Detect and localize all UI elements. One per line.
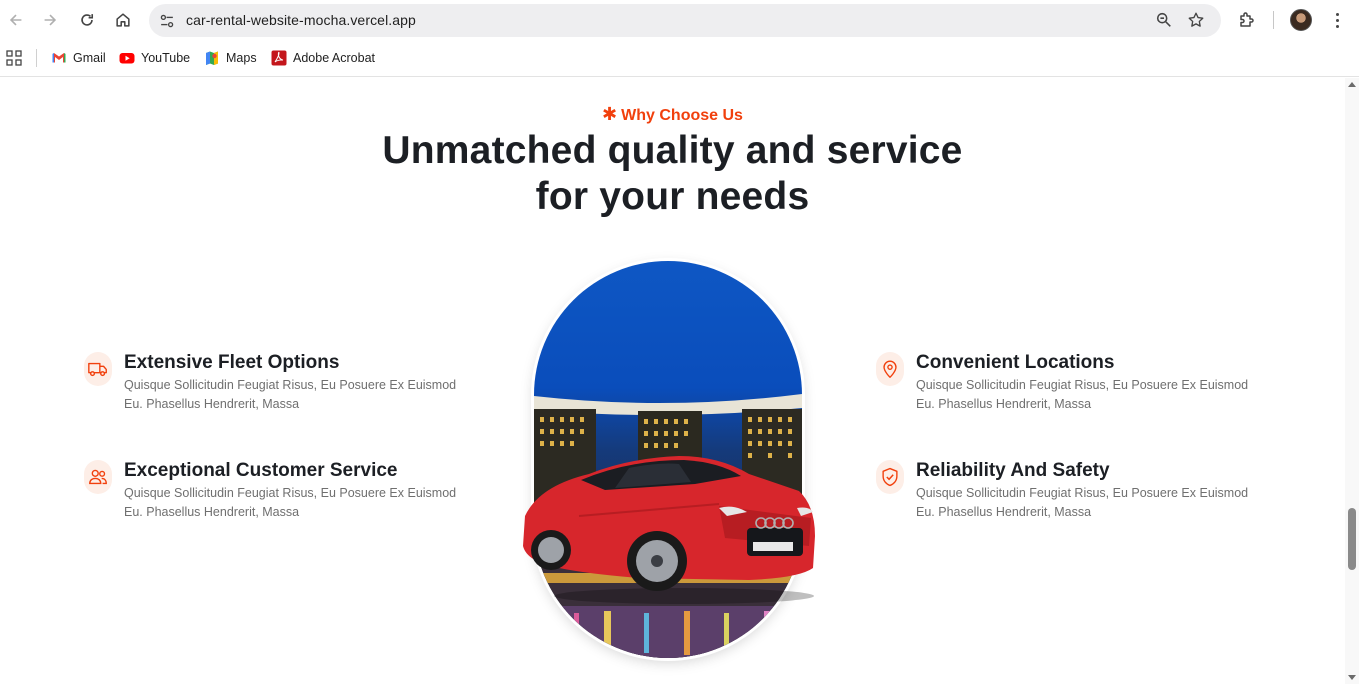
- url-text[interactable]: car-rental-website-mocha.vercel.app: [186, 12, 416, 28]
- extensions-icon[interactable]: [1237, 10, 1257, 30]
- location-pin-icon: [876, 352, 904, 386]
- acrobat-icon: [271, 50, 287, 66]
- zoom-icon[interactable]: [1155, 11, 1173, 29]
- section-heading: Unmatched quality and service for your n…: [382, 129, 963, 218]
- feature-title: Extensive Fleet Options: [124, 352, 340, 373]
- maps-icon: [204, 50, 220, 66]
- bookmark-star-icon[interactable]: [1187, 11, 1205, 29]
- page-scrollbar[interactable]: [1345, 78, 1359, 684]
- feature-title: Reliability And Safety: [916, 460, 1110, 481]
- gmail-icon: [51, 50, 67, 66]
- home-icon: [116, 13, 130, 27]
- section-eyebrow: ✱ Why Choose Us: [602, 104, 743, 124]
- back-arrow-icon: [9, 14, 22, 26]
- browser-toolbar: car-rental-website-mocha.vercel.app: [0, 0, 1359, 40]
- youtube-icon: [119, 50, 135, 66]
- bookmark-maps[interactable]: Maps: [204, 49, 257, 67]
- scroll-down-arrow-icon[interactable]: [1348, 675, 1356, 680]
- forward-arrow-icon: [44, 14, 57, 26]
- site-info-icon[interactable]: [158, 12, 176, 30]
- shield-check-icon: [876, 460, 904, 494]
- bookmark-gmail[interactable]: Gmail: [51, 49, 106, 67]
- scroll-up-arrow-icon[interactable]: [1348, 82, 1356, 87]
- browser-menu-button[interactable]: [1327, 10, 1347, 30]
- address-bar[interactable]: car-rental-website-mocha.vercel.app: [149, 4, 1221, 37]
- hero-car-image: [519, 261, 819, 661]
- feature-description: Quisque Sollicitudin Feugiat Risus, Eu P…: [916, 486, 1249, 519]
- asterisk-icon: ✱: [602, 104, 618, 124]
- profile-avatar[interactable]: [1290, 9, 1312, 31]
- feature-title: Convenient Locations: [916, 352, 1115, 373]
- forward-button[interactable]: [36, 6, 64, 34]
- users-icon: [84, 460, 112, 494]
- page-content: ✱ Why Choose Us Unmatched quality and ser…: [0, 78, 1345, 684]
- reload-icon: [81, 14, 94, 26]
- back-button[interactable]: [2, 6, 30, 34]
- home-button[interactable]: [109, 6, 137, 34]
- feature-description: Quisque Sollicitudin Feugiat Risus, Eu P…: [916, 378, 1249, 411]
- scrollbar-thumb[interactable]: [1348, 508, 1356, 570]
- red-car-illustration: [523, 456, 815, 604]
- feature-description: Quisque Sollicitudin Feugiat Risus, Eu P…: [124, 486, 457, 519]
- apps-grid-icon[interactable]: [6, 50, 22, 66]
- bookmark-youtube[interactable]: YouTube: [119, 49, 190, 67]
- reload-button[interactable]: [73, 6, 101, 34]
- truck-icon: [84, 352, 112, 386]
- feature-description: Quisque Sollicitudin Feugiat Risus, Eu P…: [124, 378, 457, 411]
- feature-title: Exceptional Customer Service: [124, 460, 398, 481]
- bookmark-adobe-acrobat[interactable]: Adobe Acrobat: [271, 49, 375, 67]
- toolbar-separator: [1273, 11, 1274, 29]
- bookmarks-separator: [36, 49, 37, 67]
- bookmarks-bar: Gmail YouTube Maps Adobe Acrobat: [0, 40, 1359, 77]
